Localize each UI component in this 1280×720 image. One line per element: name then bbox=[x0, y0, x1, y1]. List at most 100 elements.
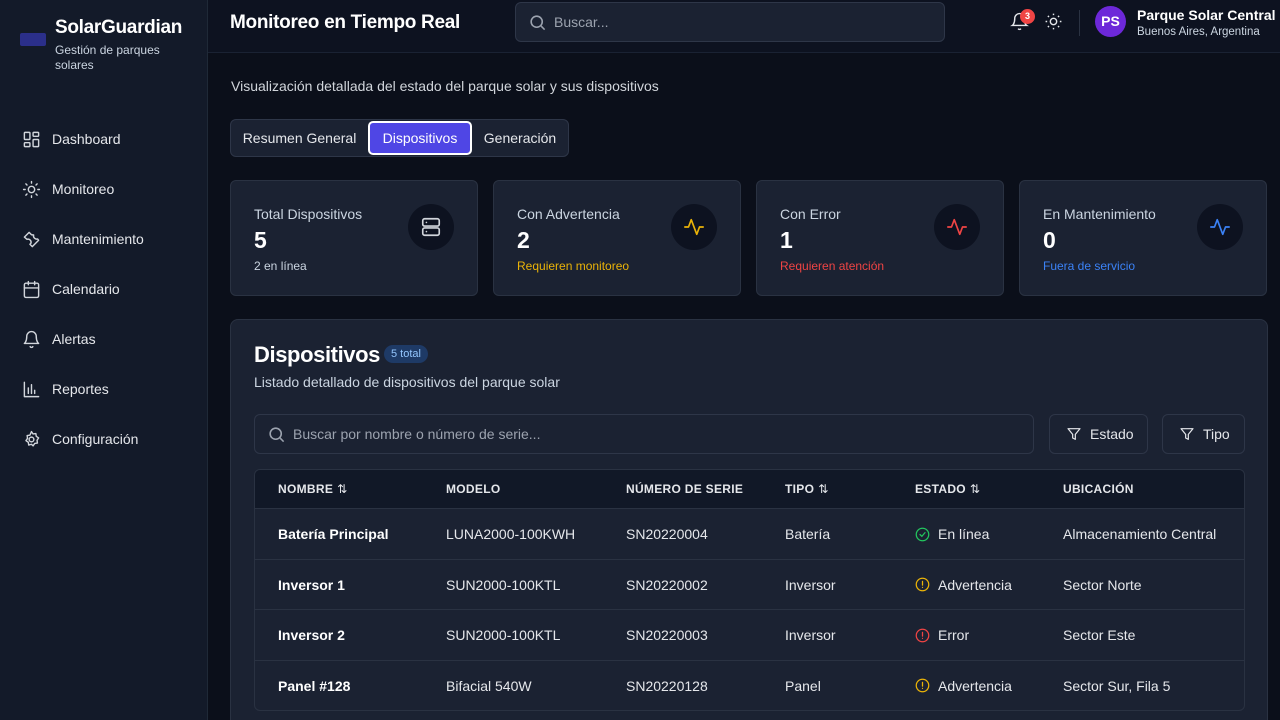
avatar[interactable]: PS bbox=[1095, 6, 1126, 37]
sidebar-item-configuracion[interactable]: Configuración bbox=[0, 414, 208, 464]
view-tabs: Resumen General Dispositivos Generación bbox=[230, 119, 569, 157]
sidebar-item-dashboard[interactable]: Dashboard bbox=[0, 114, 208, 164]
sidebar-item-reportes[interactable]: Reportes bbox=[0, 364, 208, 414]
sidebar-item-alertas[interactable]: Alertas bbox=[0, 314, 208, 364]
column-label: NOMBRE bbox=[278, 482, 334, 496]
wrench-icon bbox=[23, 231, 40, 247]
table-row[interactable]: Panel #128 Bifacial 540W SN20220128 Pane… bbox=[255, 659, 1244, 711]
cell-type: Inversor bbox=[785, 627, 836, 643]
cell-status: En línea bbox=[915, 509, 989, 559]
dashboard-icon bbox=[23, 131, 40, 147]
column-header-ubicacion: UBICACIÓN bbox=[1063, 482, 1134, 496]
search-input[interactable] bbox=[554, 3, 934, 41]
notifications-button[interactable]: 3 bbox=[1010, 9, 1035, 34]
cell-model: Bifacial 540W bbox=[446, 677, 532, 694]
cell-serial: SN20220004 bbox=[626, 526, 708, 542]
filter-tipo-button[interactable]: Tipo bbox=[1162, 414, 1245, 454]
sidebar-item-monitoreo[interactable]: Monitoreo bbox=[0, 164, 208, 214]
alert-circle-icon bbox=[915, 577, 930, 592]
table-header: NOMBRE ⇅ MODELO NÚMERO DE SERIE TIPO ⇅ EST… bbox=[255, 470, 1244, 508]
cell-location: Almacenamiento Central bbox=[1063, 526, 1217, 542]
page-subtitle: Visualización detallada del estado del p… bbox=[231, 78, 659, 94]
stat-card-total: Total Dispositivos 5 2 en línea bbox=[230, 180, 478, 296]
cell-serial: SN20220003 bbox=[626, 627, 708, 643]
card-value: 0 bbox=[1043, 227, 1056, 253]
global-search bbox=[515, 2, 945, 42]
top-header: Monitoreo en Tiempo Real 3 PS Parque Sol… bbox=[208, 0, 1280, 53]
cell-status: Advertencia bbox=[915, 560, 1012, 610]
status-text: Advertencia bbox=[938, 677, 1012, 694]
bar-chart-icon bbox=[23, 381, 40, 397]
cell-serial: SN20220128 bbox=[626, 677, 708, 694]
stat-card-error: Con Error 1 Requieren atención bbox=[756, 180, 1004, 296]
cell-location: Sector Este bbox=[1063, 627, 1136, 643]
filter-tipo-label: Tipo bbox=[1203, 426, 1230, 442]
sidebar-item-label: Calendario bbox=[52, 281, 120, 297]
devices-subtitle: Listado detallado de dispositivos del pa… bbox=[254, 374, 560, 390]
device-search-input[interactable] bbox=[293, 415, 1023, 453]
card-value: 1 bbox=[780, 227, 793, 253]
bell-icon bbox=[23, 330, 40, 348]
table-row[interactable]: Inversor 1 SUN2000-100KTL SN20220002 Inv… bbox=[255, 558, 1244, 610]
card-value: 2 bbox=[517, 227, 530, 253]
brand-title: SolarGuardian bbox=[55, 17, 183, 38]
calendar-icon bbox=[23, 280, 40, 298]
column-label: TIPO bbox=[785, 482, 815, 496]
sun-icon bbox=[22, 180, 41, 198]
cell-name: Inversor 2 bbox=[278, 627, 345, 643]
table-row[interactable]: Inversor 2 SUN2000-100KTL SN20220003 Inv… bbox=[255, 609, 1244, 660]
sidebar: SolarGuardian Gestión de parques solares… bbox=[0, 0, 208, 720]
sun-icon bbox=[1045, 13, 1062, 30]
server-icon bbox=[421, 217, 441, 237]
stat-card-maintenance: En Mantenimiento 0 Fuera de servicio bbox=[1019, 180, 1267, 296]
cell-serial: SN20220002 bbox=[626, 576, 708, 593]
alert-circle-icon bbox=[915, 628, 930, 642]
cell-status: Advertencia bbox=[915, 661, 1012, 711]
activity-icon bbox=[947, 218, 967, 236]
column-header-nombre[interactable]: NOMBRE ⇅ bbox=[278, 470, 348, 508]
cell-name: Batería Principal bbox=[278, 526, 389, 542]
sidebar-item-label: Configuración bbox=[52, 431, 139, 447]
search-icon bbox=[269, 427, 285, 443]
profile-location: Buenos Aires, Argentina bbox=[1137, 26, 1260, 38]
device-search bbox=[254, 414, 1034, 454]
column-header-tipo[interactable]: TIPO ⇅ bbox=[785, 470, 829, 508]
check-circle-icon bbox=[915, 527, 930, 541]
filter-icon bbox=[1067, 428, 1081, 440]
sidebar-item-label: Mantenimiento bbox=[52, 231, 144, 247]
sort-icon: ⇅ bbox=[818, 482, 829, 496]
column-header-estado[interactable]: ESTADO ⇅ bbox=[915, 470, 980, 508]
filter-estado-label: Estado bbox=[1090, 426, 1134, 442]
card-note: Requieren monitoreo bbox=[517, 259, 630, 273]
sidebar-item-calendario[interactable]: Calendario bbox=[0, 264, 208, 314]
tab-generacion[interactable]: Generación bbox=[472, 120, 568, 156]
cell-location: Sector Norte bbox=[1063, 576, 1142, 593]
card-value: 5 bbox=[254, 227, 267, 253]
header-divider bbox=[1079, 10, 1080, 36]
devices-table: NOMBRE ⇅ MODELO NÚMERO DE SERIE TIPO ⇅ EST… bbox=[254, 469, 1245, 711]
profile-name[interactable]: Parque Solar Central bbox=[1137, 7, 1276, 23]
sidebar-item-label: Dashboard bbox=[52, 131, 121, 147]
column-header-modelo: MODELO bbox=[446, 482, 501, 496]
card-icon-wrap bbox=[934, 204, 980, 250]
sidebar-nav: Dashboard Monitoreo Mantenimiento Calend… bbox=[0, 114, 208, 464]
card-note: Fuera de servicio bbox=[1043, 259, 1136, 273]
sidebar-item-mantenimiento[interactable]: Mantenimiento bbox=[0, 214, 208, 264]
stat-card-warning: Con Advertencia 2 Requieren monitoreo bbox=[493, 180, 741, 296]
theme-toggle-button[interactable] bbox=[1044, 12, 1066, 34]
column-label: ESTADO bbox=[915, 482, 966, 496]
filter-estado-button[interactable]: Estado bbox=[1049, 414, 1148, 454]
devices-count-badge: 5 total bbox=[384, 345, 428, 363]
card-label: En Mantenimiento bbox=[1043, 206, 1156, 222]
cell-model: LUNA2000-100KWH bbox=[446, 526, 576, 542]
alert-circle-icon bbox=[915, 678, 930, 693]
notification-badge: 3 bbox=[1020, 9, 1035, 24]
tab-resumen-general[interactable]: Resumen General bbox=[231, 120, 368, 156]
activity-icon bbox=[1210, 218, 1230, 236]
cell-status: Error bbox=[915, 610, 969, 660]
tab-dispositivos[interactable]: Dispositivos bbox=[368, 121, 472, 155]
card-label: Con Advertencia bbox=[517, 206, 620, 222]
status-text: Error bbox=[938, 627, 970, 643]
table-row[interactable]: Batería Principal LUNA2000-100KWH SN2022… bbox=[255, 508, 1244, 559]
search-icon bbox=[530, 15, 546, 31]
